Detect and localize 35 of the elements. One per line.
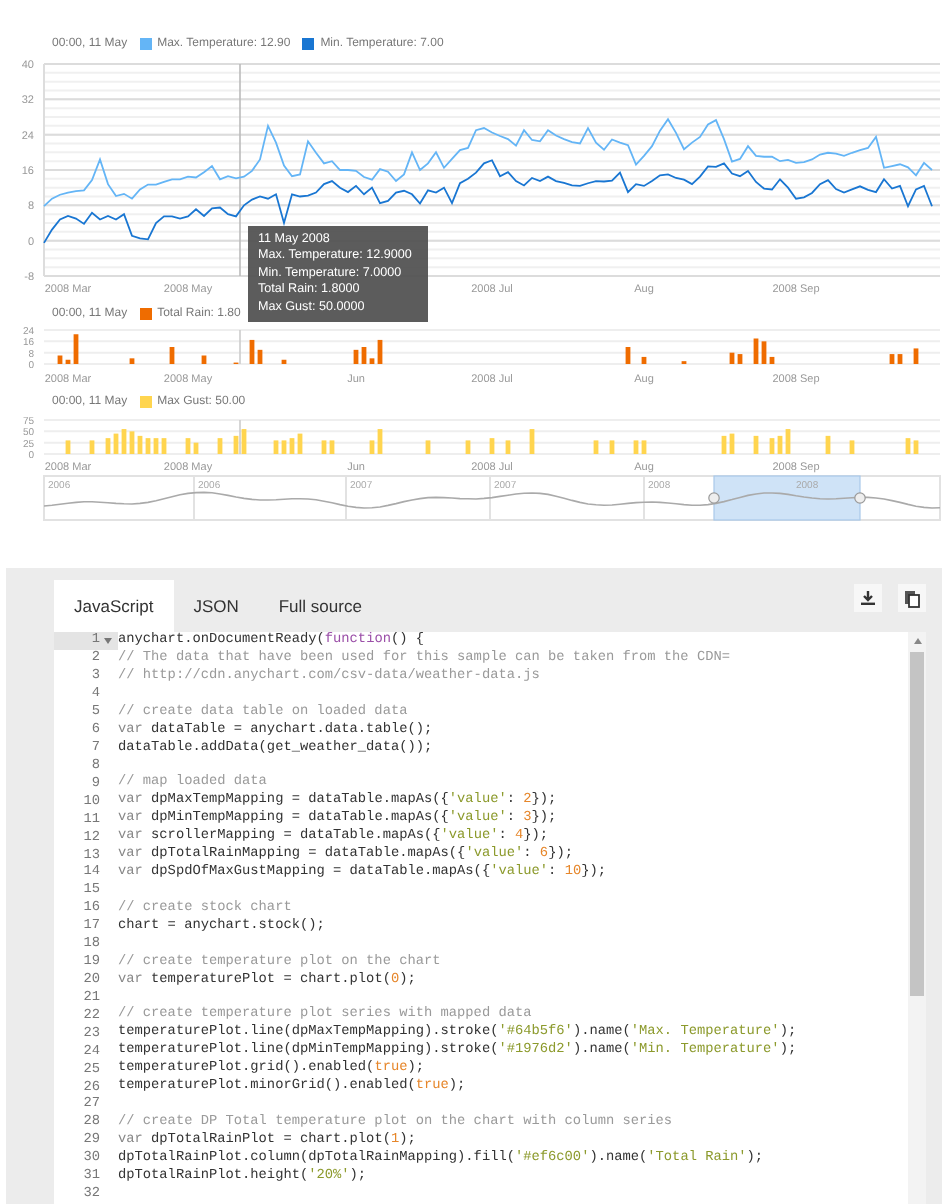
rain-bar [169, 347, 175, 364]
scroller-handle[interactable] [708, 492, 720, 504]
scroller-handle[interactable] [854, 492, 866, 504]
gust-bar [489, 438, 495, 454]
gust-bar [753, 435, 759, 454]
scrollbar-thumb[interactable] [910, 652, 924, 996]
tab[interactable]: Full source [258, 580, 382, 632]
download-icon [860, 590, 876, 606]
gust-bar [425, 440, 431, 454]
copy-icon [904, 589, 920, 607]
rain-bar [625, 347, 631, 364]
scrollbar[interactable] [908, 632, 926, 1204]
gust-bar [609, 440, 615, 454]
rain-bar [913, 348, 919, 364]
fold-caret-icon[interactable] [103, 637, 111, 644]
scroll-up-icon[interactable] [913, 638, 921, 644]
copy-button[interactable] [898, 584, 926, 612]
rain-bar [641, 356, 647, 364]
gust-bar [89, 440, 95, 454]
rain-bar [201, 355, 207, 364]
gust-bar [465, 440, 471, 454]
rain-bar [129, 358, 135, 364]
gust-bar [825, 435, 831, 454]
rain-bar [281, 359, 287, 364]
tab[interactable]: JavaScript [54, 580, 174, 632]
download-button[interactable] [854, 584, 882, 612]
scroller-selection[interactable] [713, 475, 861, 521]
gust-bar [849, 440, 855, 454]
gust-bar [505, 440, 511, 454]
gust-bar [593, 440, 599, 454]
gust-bar [529, 429, 535, 454]
code-editor[interactable] [54, 632, 926, 1204]
gust-bar [65, 440, 71, 454]
tab[interactable]: JSON [173, 580, 259, 632]
gust-bar [217, 438, 223, 454]
